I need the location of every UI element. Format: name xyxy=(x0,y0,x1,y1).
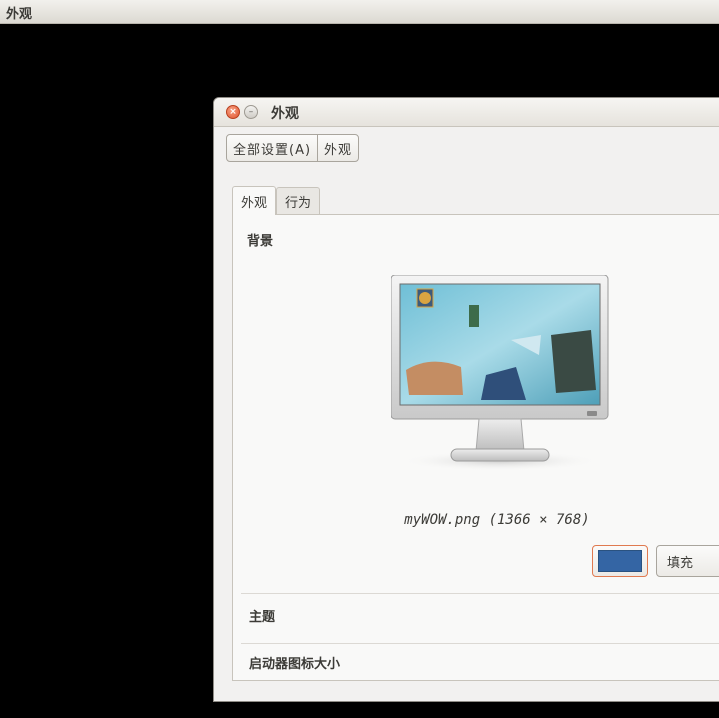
tab-panel: 背景 myWOW.png (1366 × 768) 填充 主题 启动器图标大小 xyxy=(232,214,719,681)
color-swatch xyxy=(598,550,642,572)
tab-bar: 外观 行为 xyxy=(232,186,321,215)
theme-section-title: 主题 xyxy=(249,610,276,625)
top-panel-title: 外观 xyxy=(6,7,33,22)
tab-appearance[interactable]: 外观 xyxy=(232,186,277,215)
close-icon[interactable]: × xyxy=(226,105,240,119)
minimize-icon[interactable]: – xyxy=(244,105,258,119)
wallpaper-filename: myWOW.png (1366 × 768) xyxy=(404,512,590,528)
window-title: 外观 xyxy=(271,106,299,122)
breadcrumb: 全部设置(A) 外观 xyxy=(226,134,360,162)
wallpaper-preview[interactable] xyxy=(391,275,611,477)
appearance-window: × – 外观 全部设置(A) 外观 外观 行为 背景 myWOW.png (13… xyxy=(213,97,719,702)
breadcrumb-all-settings-button[interactable]: 全部设置(A) xyxy=(227,135,317,161)
fill-mode-select[interactable]: 填充 xyxy=(656,545,719,577)
launcher-icon-size-title: 启动器图标大小 xyxy=(249,657,341,672)
breadcrumb-appearance-button[interactable]: 外观 xyxy=(317,135,358,161)
background-section-title: 背景 xyxy=(247,234,274,249)
background-color-button[interactable] xyxy=(592,545,648,577)
section-divider xyxy=(241,593,719,594)
section-divider xyxy=(241,643,719,644)
tab-behavior[interactable]: 行为 xyxy=(276,187,321,215)
top-panel-bar: 外观 xyxy=(0,0,719,24)
window-titlebar[interactable]: × – 外观 xyxy=(214,98,719,127)
